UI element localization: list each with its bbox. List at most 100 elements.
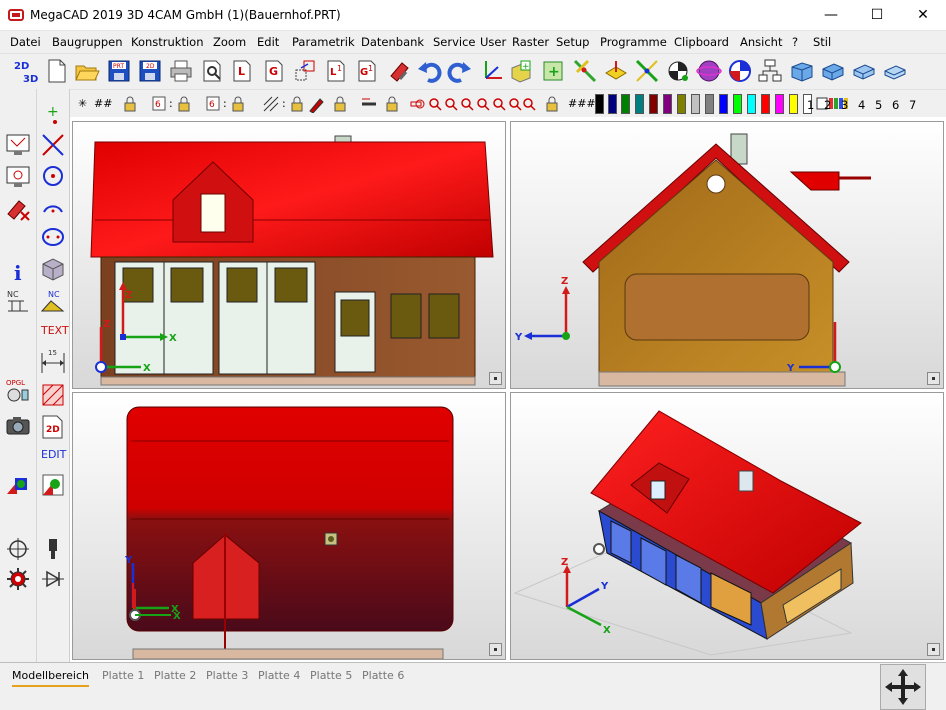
pan-navigation-icon[interactable] — [880, 664, 926, 710]
eraser-icon[interactable] — [386, 58, 412, 84]
lock-2-icon[interactable] — [176, 95, 192, 113]
viewport-top[interactable]: Y X X — [72, 392, 506, 660]
snap-line-icon[interactable] — [572, 58, 598, 84]
solid-box-3-icon[interactable] — [851, 58, 877, 84]
color-swatch-red[interactable] — [761, 94, 770, 114]
viewport-isometric[interactable]: Z Y X — [510, 392, 944, 660]
menu-datei[interactable]: Datei — [10, 35, 41, 49]
layout-1-icon[interactable]: L1 — [324, 58, 350, 84]
asterisk-icon[interactable]: ✳ — [78, 95, 87, 113]
section-ball-icon[interactable] — [727, 58, 753, 84]
nc-icon[interactable]: NC — [4, 287, 32, 315]
coordinate-system-icon[interactable] — [478, 58, 504, 84]
color-swatch-green[interactable] — [621, 94, 630, 114]
color-swatch-lime[interactable] — [733, 94, 742, 114]
tab-platte-6[interactable]: Platte 6 — [362, 665, 404, 687]
color-swatch-gray[interactable] — [705, 94, 714, 114]
layer-5[interactable]: 5 — [875, 98, 882, 112]
color-swatch-olive[interactable] — [677, 94, 686, 114]
menu-edit[interactable]: Edit — [257, 35, 279, 49]
menu-parametrik[interactable]: Parametrik — [292, 35, 355, 49]
viewport-resize-handle[interactable] — [927, 643, 940, 656]
color-swatch-maroon[interactable] — [649, 94, 658, 114]
zoom-in-icon[interactable] — [428, 95, 442, 113]
new-file-icon[interactable] — [44, 58, 70, 84]
color-swatch-navy[interactable] — [608, 94, 617, 114]
zoom-prev-icon[interactable] — [476, 95, 490, 113]
delete-icon[interactable] — [4, 195, 32, 223]
hatch-area-icon[interactable] — [39, 381, 67, 409]
menu-datenbank[interactable]: Datenbank — [361, 35, 424, 49]
viewport-side[interactable]: Z Y Y — [510, 121, 944, 389]
tab-modellbereich[interactable]: Modellbereich — [12, 665, 89, 687]
lock-3-icon[interactable] — [230, 95, 246, 113]
text-tool[interactable]: TEXT — [41, 324, 69, 337]
lock-6-icon[interactable] — [384, 95, 400, 113]
layer-6[interactable]: 6 — [892, 98, 899, 112]
line-type-icon[interactable]: 6 — [152, 95, 168, 113]
color-swatch-purple[interactable] — [663, 94, 672, 114]
menu-service[interactable]: Service — [433, 35, 476, 49]
dimension-icon[interactable]: 15 — [39, 347, 67, 375]
layer-label[interactable]: ### — [568, 95, 596, 113]
layer-3[interactable]: 3 — [841, 98, 848, 112]
add-group-icon[interactable]: + — [540, 58, 566, 84]
line-width-icon[interactable]: 6 — [206, 95, 222, 113]
print-icon[interactable] — [168, 58, 194, 84]
zoom-redraw-icon[interactable] — [508, 95, 522, 113]
tab-platte-1[interactable]: Platte 1 — [102, 665, 144, 687]
menu-baugruppen[interactable]: Baugruppen — [52, 35, 123, 49]
screen-settings-icon[interactable] — [4, 131, 32, 159]
tab-platte-5[interactable]: Platte 5 — [310, 665, 352, 687]
color-swatch-blue[interactable] — [719, 94, 728, 114]
tab-platte-4[interactable]: Platte 4 — [258, 665, 300, 687]
mirror-line-icon[interactable] — [634, 58, 660, 84]
layer-1[interactable]: 1 — [807, 98, 814, 112]
screen-zoom-icon[interactable] — [4, 163, 32, 191]
layer-4[interactable]: 4 — [858, 98, 865, 112]
color-swatch-teal[interactable] — [635, 94, 644, 114]
pen-icon[interactable] — [308, 95, 326, 113]
pivot-icon[interactable] — [665, 58, 691, 84]
redo-icon[interactable] — [447, 58, 473, 84]
menu-help[interactable]: ? — [792, 35, 798, 49]
lock-1-icon[interactable] — [122, 95, 138, 113]
tree-view-icon[interactable] — [757, 58, 783, 84]
save-2d-icon[interactable]: 2D — [137, 58, 163, 84]
nc-machining-icon[interactable]: NC — [39, 287, 67, 315]
solid-box-2-icon[interactable] — [820, 58, 846, 84]
camera-icon[interactable] — [4, 411, 32, 439]
minimize-button[interactable]: — — [808, 0, 854, 30]
arc-icon[interactable] — [39, 193, 67, 221]
info-icon[interactable]: i — [4, 257, 32, 285]
2d-3d-switch-icon[interactable]: 2D 3D — [12, 58, 38, 84]
drawing-2d-icon[interactable]: 2D — [39, 413, 67, 441]
add-box-icon[interactable]: + — [508, 58, 534, 84]
menu-stil[interactable]: Stil — [813, 35, 831, 49]
layer-7[interactable]: 7 — [909, 98, 916, 112]
plane-icon[interactable] — [603, 58, 629, 84]
viewport-resize-handle[interactable] — [489, 372, 502, 385]
viewport-resize-handle[interactable] — [489, 643, 502, 656]
diode-icon[interactable] — [39, 565, 67, 593]
ellipse-icon[interactable] — [39, 223, 67, 251]
render-sphere-icon[interactable] — [696, 58, 722, 84]
print-preview-icon[interactable] — [200, 58, 226, 84]
boolean-2-icon[interactable] — [39, 471, 67, 499]
menu-clipboard[interactable]: Clipboard — [674, 35, 729, 49]
menu-ansicht[interactable]: Ansicht — [740, 35, 782, 49]
menu-setup[interactable]: Setup — [556, 35, 589, 49]
color-swatch-black[interactable] — [595, 94, 604, 114]
load-group-icon[interactable]: G — [262, 58, 288, 84]
gear-icon[interactable] — [4, 565, 32, 593]
menu-konstruktion[interactable]: Konstruktion — [131, 35, 204, 49]
zoom-out-icon[interactable] — [444, 95, 458, 113]
color-swatch-silver[interactable] — [691, 94, 700, 114]
opgl-icon[interactable]: OPGL — [4, 377, 32, 405]
zoom-extent-icon[interactable] — [522, 95, 536, 113]
line-icon[interactable] — [39, 131, 67, 159]
point-icon[interactable]: + — [39, 103, 67, 131]
save-prt-icon[interactable]: PRT — [106, 58, 132, 84]
crosshair-icon[interactable] — [4, 535, 32, 563]
lock-5-icon[interactable] — [332, 95, 348, 113]
